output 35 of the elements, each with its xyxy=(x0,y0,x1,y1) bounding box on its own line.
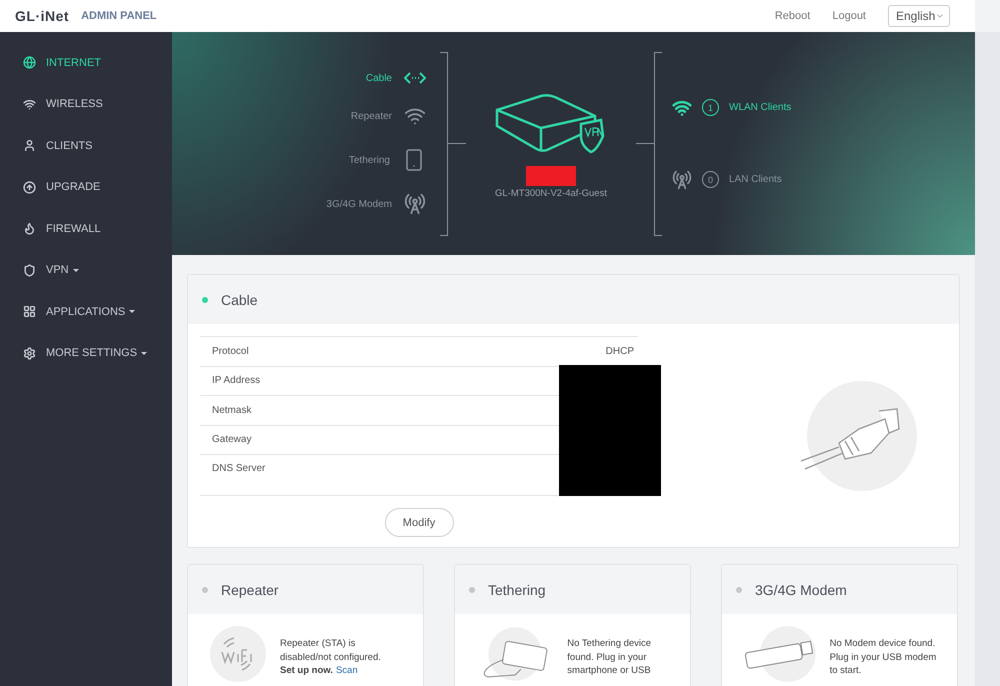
row-label: IP Address xyxy=(212,375,260,386)
sidebar-item[interactable]: FIREWALL xyxy=(0,208,172,250)
header-link[interactable]: Reboot xyxy=(774,10,810,22)
sidebar-item[interactable]: WIRELESS xyxy=(0,84,172,125)
card-title: 3G/4G Modem xyxy=(755,582,847,598)
admin-panel-title: ADMIN PANEL xyxy=(81,10,157,22)
row-value: DHCP xyxy=(606,346,634,357)
card-message: No Modem device found. Plug in your USB modem to start. xyxy=(830,637,938,678)
language-select[interactable]: English xyxy=(888,5,950,27)
sidebar-item[interactable]: MORE SETTINGS xyxy=(0,332,172,374)
device-name: GL-MT300N-V2-4af-Guest xyxy=(495,188,607,199)
row-label: Protocol xyxy=(212,346,249,357)
modify-button[interactable]: Modify xyxy=(384,508,454,537)
row-label: DNS Server xyxy=(212,463,266,474)
scan-link[interactable]: Scan xyxy=(336,665,358,676)
row-label: Netmask xyxy=(212,404,252,416)
sidebar-item[interactable]: INTERNET xyxy=(0,42,172,84)
source-option[interactable]: 3G/4G Modem xyxy=(326,193,426,215)
card-message: No Tethering device found. Plug in your smartphone or USB xyxy=(567,637,652,678)
source-option[interactable]: Cable xyxy=(366,72,426,84)
card-title: Repeater xyxy=(221,582,279,598)
source-option[interactable]: Tethering xyxy=(348,148,426,172)
card-title: Tethering xyxy=(488,582,546,598)
row-label: Gateway xyxy=(212,434,252,446)
source-option[interactable]: Repeater xyxy=(350,105,426,127)
panel-title: Cable xyxy=(221,292,258,308)
sidebar-item[interactable]: UPGRADE xyxy=(0,166,172,208)
sidebar-item[interactable]: VPN xyxy=(0,250,172,291)
sidebar-item[interactable]: CLIENTS xyxy=(0,125,172,166)
sidebar-item[interactable]: APPLICATIONS xyxy=(0,291,172,332)
logo: GL·iNet xyxy=(15,8,70,24)
client-count[interactable]: 0 LAN Clients xyxy=(672,170,792,190)
client-count[interactable]: 1 WLAN Clients xyxy=(672,98,792,118)
header-link[interactable]: Logout xyxy=(832,10,866,22)
card-message: Repeater (STA) is disabled/not configured. Set up now. Scan xyxy=(280,637,382,678)
